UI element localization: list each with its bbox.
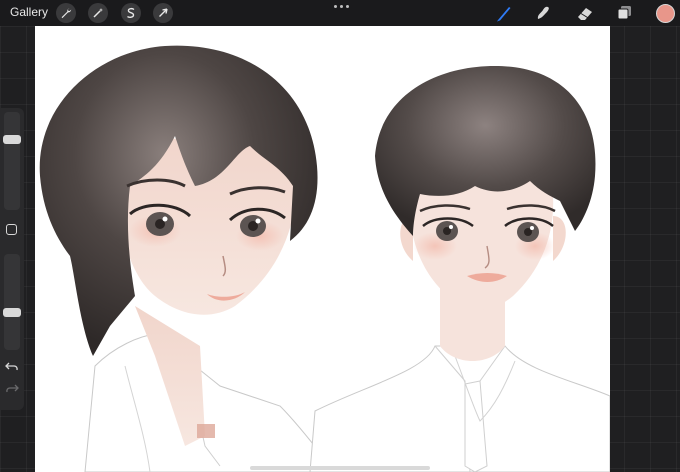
- undo-icon[interactable]: [5, 361, 19, 373]
- color-picker-button[interactable]: [656, 4, 675, 23]
- left-sidebar: [0, 108, 24, 410]
- layers-button[interactable]: [614, 3, 634, 23]
- brush-size-thumb[interactable]: [3, 135, 21, 145]
- brush-tool-button[interactable]: [494, 3, 514, 23]
- eraser-icon: [578, 8, 592, 20]
- drawing-canvas[interactable]: [35, 26, 610, 472]
- home-indicator: [250, 466, 430, 470]
- redo-icon[interactable]: [5, 383, 19, 395]
- transform-button[interactable]: [153, 3, 173, 23]
- opacity-thumb[interactable]: [3, 307, 21, 317]
- brush-size-slider[interactable]: [4, 112, 20, 210]
- more-options-handle[interactable]: [334, 5, 349, 8]
- top-toolbar: Gallery: [0, 0, 680, 26]
- arrow-cursor-icon: [159, 8, 168, 17]
- actions-button[interactable]: [56, 3, 76, 23]
- wrench-icon: [61, 8, 72, 19]
- modify-button[interactable]: [6, 224, 17, 235]
- smudge-tool-button[interactable]: [533, 3, 553, 23]
- selection-button[interactable]: [121, 3, 141, 23]
- brush-icon: [497, 7, 511, 22]
- eraser-tool-button[interactable]: [575, 3, 595, 23]
- selection-s-icon: [127, 7, 135, 18]
- gallery-button[interactable]: Gallery: [10, 5, 48, 19]
- layers-icon: [617, 6, 631, 20]
- magic-wand-icon: [93, 8, 103, 18]
- adjustments-button[interactable]: [88, 3, 108, 23]
- opacity-slider[interactable]: [4, 254, 20, 350]
- artwork: [39, 45, 610, 472]
- smudge-icon: [537, 6, 549, 19]
